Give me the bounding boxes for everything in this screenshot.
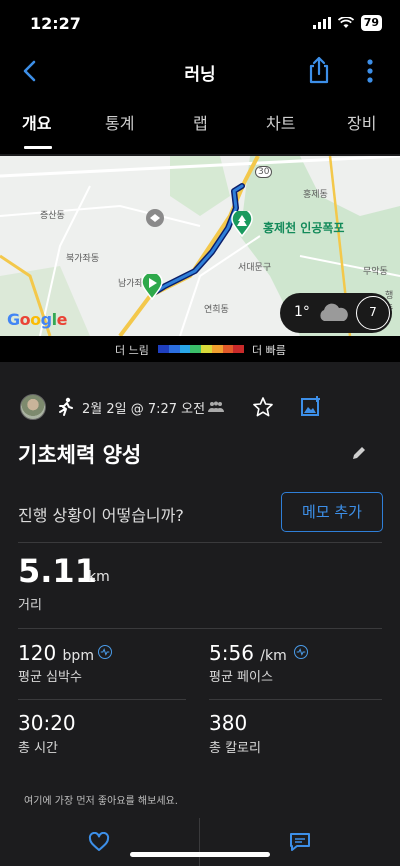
avatar[interactable] xyxy=(20,394,46,420)
pace-color-segment xyxy=(211,345,223,353)
divider xyxy=(199,818,200,866)
legend-slow-label: 더 느림 xyxy=(115,344,149,357)
pace-color-segment xyxy=(201,345,212,353)
tab-overview[interactable]: 개요 xyxy=(22,110,51,134)
pace-color-segment xyxy=(168,345,180,353)
weather-pill[interactable]: 1° 7 xyxy=(280,293,392,333)
activity-title: 기초체력 양성 xyxy=(18,443,142,467)
divider xyxy=(209,699,382,700)
total-time-value: 30:20 xyxy=(18,711,76,735)
google-logo: Google xyxy=(7,310,67,329)
running-icon xyxy=(59,397,73,416)
star-icon[interactable] xyxy=(252,396,274,418)
like-heart-icon[interactable] xyxy=(88,832,110,852)
activity-date: 2월 2일 @ 7:27 오전 xyxy=(82,402,206,417)
group-icon[interactable] xyxy=(207,401,225,413)
pace-value: 5:56 xyxy=(209,641,254,665)
share-icon[interactable] xyxy=(306,56,332,84)
distance-value: 5.11 xyxy=(18,552,97,590)
calories-label: 총 칼로리 xyxy=(209,741,261,756)
pace-color-segment xyxy=(233,345,244,353)
map-label: 무악동 xyxy=(363,267,388,277)
tab-stats[interactable]: 통계 xyxy=(105,110,134,134)
start-marker-icon xyxy=(141,274,163,300)
divider xyxy=(18,628,382,629)
active-tab-indicator xyxy=(24,146,52,149)
kudos-prompt: 여기에 가장 먼저 좋아요를 해보세요. xyxy=(24,796,178,807)
edit-pencil-icon[interactable] xyxy=(350,444,368,462)
divider xyxy=(18,699,186,700)
pace-color-segment xyxy=(190,345,201,353)
wind-speed-dial: 7 xyxy=(356,296,390,330)
battery-indicator: 79 xyxy=(360,15,382,31)
page-title: 러닝 xyxy=(184,65,216,85)
pace-color-segment xyxy=(158,345,169,353)
map-label: 서대문구 xyxy=(238,263,272,273)
heart-rate-unit: bpm xyxy=(62,648,94,664)
status-time: 12:27 xyxy=(30,14,81,33)
pace-color-segment xyxy=(222,345,234,353)
home-indicator xyxy=(130,852,270,857)
distance-label: 거리 xyxy=(18,598,42,613)
nav-bar: 러닝 xyxy=(0,48,400,94)
tab-laps[interactable]: 랩 xyxy=(193,110,208,134)
heart-rate-stat: 120 bpm xyxy=(18,641,94,665)
poi-label: 홍제천 인공폭포 xyxy=(263,221,345,235)
total-time-label: 총 시간 xyxy=(18,741,59,756)
temperature: 1° xyxy=(294,304,310,320)
pace-zone-icon[interactable] xyxy=(294,645,308,659)
legend-fast-label: 더 빠름 xyxy=(252,344,286,357)
map-label: 연희동 xyxy=(204,305,229,315)
comment-icon[interactable] xyxy=(289,832,311,852)
status-icons: 79 xyxy=(312,15,382,31)
road-number-badge: 30 xyxy=(255,166,273,178)
pace-label: 평균 페이스 xyxy=(209,670,273,685)
signal-icon xyxy=(312,17,331,29)
map-label: 북가좌동 xyxy=(66,254,100,264)
divider xyxy=(18,542,382,543)
wifi-icon xyxy=(337,17,354,28)
map-label: 증산동 xyxy=(40,211,65,221)
map-label: 홍제동 xyxy=(303,190,328,200)
calories-value: 380 xyxy=(209,711,248,735)
tab-charts[interactable]: 차트 xyxy=(266,110,295,134)
hr-zone-icon[interactable] xyxy=(98,645,112,659)
pace-color-segment xyxy=(179,345,191,353)
bottom-action-bar xyxy=(0,818,400,866)
activity-info-row: 2월 2일 @ 7:27 오전 xyxy=(0,392,400,422)
finish-marker-icon xyxy=(231,211,253,237)
more-options-icon[interactable] xyxy=(360,58,380,84)
progress-question: 진행 상황이 어떻습니까? xyxy=(18,506,184,525)
pace-legend: 더 느림 더 빠름 xyxy=(0,336,400,362)
heart-rate-label: 평균 심박수 xyxy=(18,670,82,685)
cloud-icon xyxy=(320,303,348,321)
heart-rate-value: 120 xyxy=(18,641,57,665)
route-map[interactable]: 증산동 홍제동 북가좌동 남가좌동 서대문구 무악동 연희동 행촌 30 홍제천… xyxy=(0,156,400,336)
distance-unit: km xyxy=(88,569,110,585)
pace-unit: /km xyxy=(260,648,287,664)
pace-color-bar xyxy=(158,345,244,353)
pace-stat: 5:56 /km xyxy=(209,641,287,665)
add-memo-button[interactable]: 메모 추가 xyxy=(281,492,383,532)
add-photo-icon[interactable] xyxy=(300,395,322,417)
tab-bar: 개요 통계 랩 차트 장비 xyxy=(0,94,400,154)
status-bar: 12:27 79 xyxy=(0,0,400,48)
tab-gear[interactable]: 장비 xyxy=(347,110,376,134)
